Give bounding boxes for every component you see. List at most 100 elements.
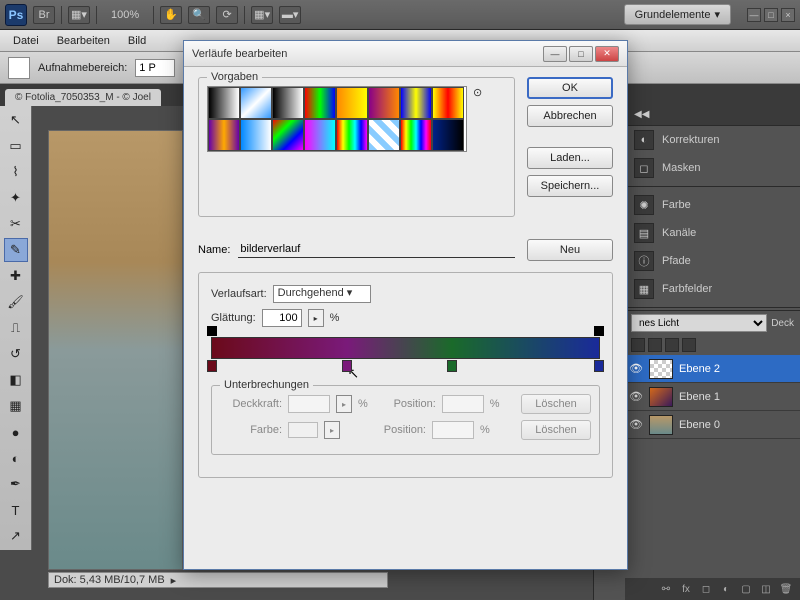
adjustments-panel-icon[interactable]: ◐ bbox=[634, 130, 654, 150]
marquee-tool[interactable]: ▭ bbox=[4, 134, 28, 158]
smooth-stepper[interactable]: ▸ bbox=[308, 309, 324, 327]
masks-panel-icon[interactable]: ◻ bbox=[634, 158, 654, 178]
preset-swatch[interactable] bbox=[272, 87, 304, 119]
pen-tool[interactable]: ✒ bbox=[4, 472, 28, 496]
neu-button[interactable]: Neu bbox=[527, 239, 613, 261]
dodge-tool[interactable]: ◐ bbox=[4, 446, 28, 470]
preset-swatch[interactable] bbox=[272, 119, 304, 151]
dialog-close-icon[interactable]: ✕ bbox=[595, 46, 619, 62]
new-layer-icon[interactable]: ◫ bbox=[758, 582, 774, 596]
cancel-button[interactable]: Abbrechen bbox=[527, 105, 613, 127]
lasso-tool[interactable]: ⌇ bbox=[4, 160, 28, 184]
menu-datei[interactable]: Datei bbox=[5, 33, 47, 49]
canvas[interactable] bbox=[48, 130, 183, 570]
preset-swatch[interactable] bbox=[208, 87, 240, 119]
color-panel-icon[interactable]: ✺ bbox=[634, 195, 654, 215]
lock-all-icon[interactable] bbox=[682, 338, 696, 352]
layer-name[interactable]: Ebene 0 bbox=[679, 419, 720, 431]
layer-thumbnail[interactable] bbox=[649, 359, 673, 379]
link-layers-icon[interactable]: ⚯ bbox=[658, 582, 674, 596]
minimize-icon[interactable]: — bbox=[747, 8, 761, 22]
dialog-titlebar[interactable]: Verläufe bearbeiten — □ ✕ bbox=[184, 41, 627, 67]
menu-bearbeiten[interactable]: Bearbeiten bbox=[49, 33, 118, 49]
load-button[interactable]: Laden... bbox=[527, 147, 613, 169]
blend-mode-select[interactable]: nes Licht bbox=[631, 314, 767, 332]
arrange-docs-btn[interactable]: ▦▾ bbox=[251, 6, 273, 24]
color-stop[interactable] bbox=[342, 360, 352, 372]
wand-tool[interactable]: ✦ bbox=[4, 186, 28, 210]
gradient-tool[interactable]: ▦ bbox=[4, 394, 28, 418]
visibility-icon[interactable]: 👁 bbox=[629, 418, 643, 432]
preset-swatch[interactable] bbox=[304, 87, 336, 119]
preset-swatch[interactable] bbox=[368, 87, 400, 119]
masken-label[interactable]: Masken bbox=[662, 162, 701, 174]
trash-icon[interactable]: 🗑 bbox=[778, 582, 794, 596]
heal-tool[interactable]: ✚ bbox=[4, 264, 28, 288]
crop-tool[interactable]: ✂ bbox=[4, 212, 28, 236]
visibility-icon[interactable]: 👁 bbox=[629, 362, 643, 376]
color-stop[interactable] bbox=[594, 360, 604, 372]
close-icon[interactable]: × bbox=[781, 8, 795, 22]
save-button[interactable]: Speichern... bbox=[527, 175, 613, 197]
eyedropper-tool[interactable]: ✎ bbox=[4, 238, 28, 262]
zoom-level[interactable]: 100% bbox=[103, 9, 147, 21]
eraser-tool[interactable]: ◧ bbox=[4, 368, 28, 392]
preset-swatch[interactable] bbox=[368, 119, 400, 151]
color-stop[interactable] bbox=[447, 360, 457, 372]
layer-thumbnail[interactable] bbox=[649, 415, 673, 435]
layer-name[interactable]: Ebene 2 bbox=[679, 363, 720, 375]
korrekturen-label[interactable]: Korrekturen bbox=[662, 134, 719, 146]
preset-swatch[interactable] bbox=[240, 87, 272, 119]
gradient-type-select[interactable]: Durchgehend ▾ bbox=[273, 285, 372, 303]
zoom-tool-icon[interactable]: 🔍 bbox=[188, 6, 210, 24]
preset-swatch[interactable] bbox=[400, 87, 432, 119]
opacity-stop[interactable] bbox=[594, 326, 604, 336]
workspace-switcher[interactable]: Grundelemente ▾ bbox=[624, 4, 731, 25]
mask-icon[interactable]: ◻ bbox=[698, 582, 714, 596]
aufnahme-field[interactable] bbox=[135, 59, 175, 77]
paths-panel-icon[interactable]: ⓘ bbox=[634, 251, 654, 271]
ok-button[interactable]: OK bbox=[527, 77, 613, 99]
layer-thumbnail[interactable] bbox=[649, 387, 673, 407]
bridge-btn[interactable]: Br bbox=[33, 6, 55, 24]
type-tool[interactable]: T bbox=[4, 498, 28, 522]
brush-tool[interactable]: 🖌 bbox=[4, 290, 28, 314]
preset-swatch[interactable] bbox=[304, 119, 336, 151]
visibility-icon[interactable]: 👁 bbox=[629, 390, 643, 404]
name-input[interactable] bbox=[238, 241, 515, 258]
lock-pixels-icon[interactable] bbox=[648, 338, 662, 352]
presets-grid[interactable] bbox=[207, 86, 467, 152]
preset-swatch[interactable] bbox=[336, 119, 368, 151]
layer-row[interactable]: 👁 Ebene 2 bbox=[625, 355, 800, 383]
farbfelder-label[interactable]: Farbfelder bbox=[662, 283, 712, 295]
dialog-minimize-icon[interactable]: — bbox=[543, 46, 567, 62]
lock-transparency-icon[interactable] bbox=[631, 338, 645, 352]
move-tool[interactable]: ↖ bbox=[4, 108, 28, 132]
pfade-label[interactable]: Pfade bbox=[662, 255, 691, 267]
farbe-label[interactable]: Farbe bbox=[662, 199, 691, 211]
lock-position-icon[interactable] bbox=[665, 338, 679, 352]
menu-bild[interactable]: Bild bbox=[120, 33, 154, 49]
preset-swatch[interactable] bbox=[400, 119, 432, 151]
layer-row[interactable]: 👁 Ebene 0 bbox=[625, 411, 800, 439]
hand-tool-icon[interactable]: ✋ bbox=[160, 6, 182, 24]
gradient-bar[interactable]: ↖ bbox=[211, 337, 600, 359]
layer-name[interactable]: Ebene 1 bbox=[679, 391, 720, 403]
dialog-maximize-icon[interactable]: □ bbox=[569, 46, 593, 62]
presets-menu-icon[interactable]: ⊙ bbox=[473, 86, 482, 99]
opacity-stop[interactable] bbox=[207, 326, 217, 336]
maximize-icon[interactable]: □ bbox=[764, 8, 778, 22]
smooth-input[interactable] bbox=[262, 309, 302, 327]
layer-row[interactable]: 👁 Ebene 1 bbox=[625, 383, 800, 411]
path-tool[interactable]: ↗ bbox=[4, 524, 28, 548]
color-stop[interactable] bbox=[207, 360, 217, 372]
preset-swatch[interactable] bbox=[432, 119, 464, 151]
preset-swatch[interactable] bbox=[432, 87, 464, 119]
preset-swatch[interactable] bbox=[336, 87, 368, 119]
fx-icon[interactable]: fx bbox=[678, 582, 694, 596]
rotate-view-icon[interactable]: ⟳ bbox=[216, 6, 238, 24]
adjustment-layer-icon[interactable]: ◐ bbox=[718, 582, 734, 596]
tool-preset-icon[interactable] bbox=[8, 57, 30, 79]
blur-tool[interactable]: ● bbox=[4, 420, 28, 444]
stamp-tool[interactable]: ⎍ bbox=[4, 316, 28, 340]
